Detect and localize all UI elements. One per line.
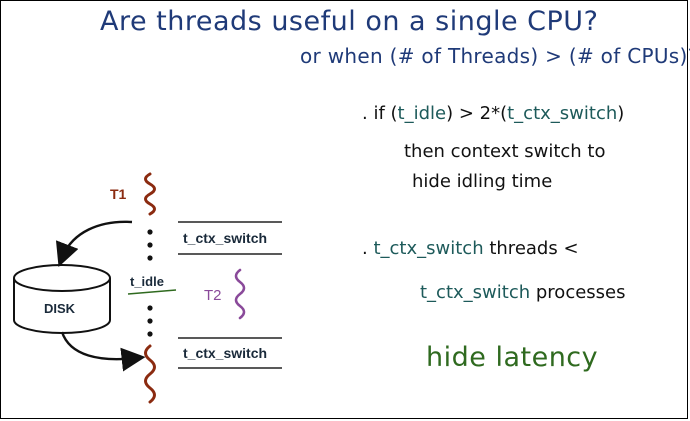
disk-label: DISK [44, 301, 76, 316]
thread-2-label: T2 [204, 287, 222, 304]
ctx-switch-bottom-label: t_ctx_switch [183, 345, 268, 361]
t-idle-underline [127, 289, 177, 295]
ctx-switch-top-label: t_ctx_switch [183, 230, 268, 246]
arrow-from-disk [60, 331, 146, 372]
thread-1-label: T1 [110, 186, 127, 202]
thread-1-bottom-squiggle [144, 344, 156, 404]
t-idle-label: t_idle [130, 274, 164, 289]
thread-2-squiggle [234, 268, 246, 320]
arrow-to-disk [55, 220, 133, 267]
disk-cylinder [13, 264, 111, 334]
thread-diagram [13, 172, 282, 404]
thread-1-top-squiggle [144, 172, 156, 216]
